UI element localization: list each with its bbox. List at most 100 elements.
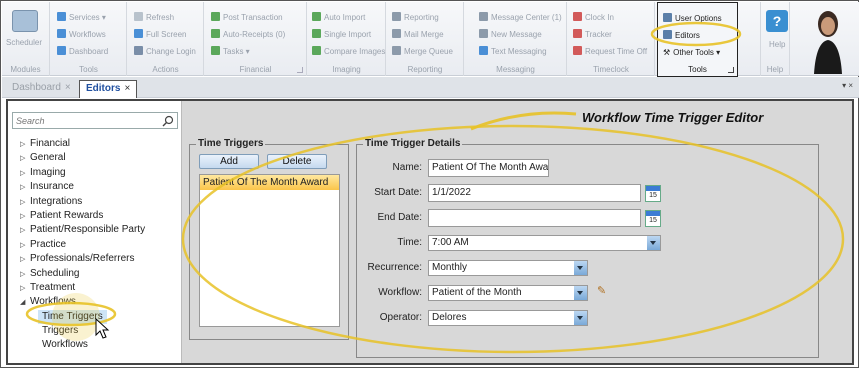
reporting-button[interactable]: Reporting: [392, 11, 439, 24]
ribbon-group-label: Tools: [79, 65, 98, 74]
start-date-label: Start Date:: [374, 187, 422, 198]
services-button[interactable]: Services ▾: [57, 11, 106, 24]
chevron-down-icon[interactable]: [647, 236, 660, 250]
new-message-button[interactable]: New Message: [479, 28, 542, 41]
expand-icon[interactable]: ▷: [20, 181, 30, 195]
user-options-button[interactable]: User Options: [663, 12, 722, 25]
tree-item-treatment[interactable]: ▷ Treatment: [20, 281, 145, 295]
tree-item-practice[interactable]: ▷ Practice: [20, 238, 145, 252]
name-field[interactable]: Patient Of The Month Awa: [428, 159, 549, 177]
tab-dashboard[interactable]: Dashboard ×: [6, 80, 77, 98]
user-avatar: [808, 4, 848, 74]
operator-dropdown[interactable]: Delores: [428, 310, 588, 326]
refresh-button[interactable]: Refresh: [134, 11, 174, 24]
add-button[interactable]: Add: [199, 154, 259, 169]
workflow-label: Workflow:: [378, 287, 422, 298]
tree-item-imaging[interactable]: ▷ Imaging: [20, 166, 145, 180]
dashboard-button[interactable]: Dashboard: [57, 45, 108, 58]
expand-icon[interactable]: ▷: [20, 152, 30, 166]
end-date-field[interactable]: [428, 209, 641, 227]
search-input[interactable]: [13, 113, 153, 128]
ribbon-group-reporting: Reporting Mail Merge Merge Queue Reporti…: [387, 2, 464, 76]
message-center-button[interactable]: Message Center (1): [479, 11, 562, 24]
tree-item-triggers[interactable]: Triggers: [20, 324, 145, 338]
tree-item-general[interactable]: ▷ General: [20, 151, 145, 165]
expand-icon[interactable]: ▷: [20, 282, 30, 296]
auto-import-button[interactable]: Auto Import: [312, 11, 365, 24]
full-screen-button[interactable]: Full Screen: [134, 28, 186, 41]
tree-item-scheduling[interactable]: ▷ Scheduling: [20, 267, 145, 281]
list-item[interactable]: Patient Of The Month Award: [200, 175, 339, 190]
expand-icon[interactable]: ▷: [20, 253, 30, 267]
tree-item-workflows[interactable]: ◢ Workflows: [20, 295, 145, 309]
mail-merge-button[interactable]: Mail Merge: [392, 28, 444, 41]
dialog-launcher-icon[interactable]: [297, 67, 303, 73]
recurrence-label: Recurrence:: [367, 262, 422, 273]
ribbon-group-label: Modules: [10, 65, 41, 74]
start-date-field[interactable]: 1/1/2022: [428, 184, 641, 202]
name-label: Name:: [392, 162, 422, 173]
collapse-icon[interactable]: ◢: [20, 296, 30, 310]
calendar-icon[interactable]: 15: [645, 210, 661, 227]
refresh-icon: [134, 12, 143, 21]
search-icon[interactable]: [162, 115, 174, 127]
change-login-button[interactable]: Change Login: [134, 45, 196, 58]
other-tools-button[interactable]: ⚒ Other Tools ▾: [663, 46, 720, 59]
editors-tree: ▷ Financial ▷ General ▷ Imaging ▷ Insurance …: [20, 137, 145, 353]
ribbon-group-label: Messaging: [496, 65, 535, 74]
expand-icon[interactable]: ▷: [20, 210, 30, 224]
tree-item-patient-responsible-party[interactable]: ▷ Patient/Responsible Party: [20, 223, 145, 237]
close-icon[interactable]: ×: [124, 83, 130, 94]
chevron-down-icon[interactable]: [574, 261, 587, 275]
tasks-button[interactable]: Tasks ▾: [211, 45, 250, 58]
dialog-launcher-icon[interactable]: [728, 67, 734, 73]
compare-images-button[interactable]: Compare Images: [312, 45, 385, 58]
close-icon[interactable]: ×: [65, 82, 71, 93]
edit-workflow-icon[interactable]: ✎: [597, 284, 606, 297]
calendar-icon[interactable]: 15: [645, 185, 661, 202]
recurrence-dropdown[interactable]: Monthly: [428, 260, 588, 276]
tree-item-financial[interactable]: ▷ Financial: [20, 137, 145, 151]
text-messaging-button[interactable]: Text Messaging: [479, 45, 547, 58]
chevron-down-icon[interactable]: [574, 311, 587, 325]
help-icon[interactable]: ?: [766, 10, 788, 32]
tree-item-insurance[interactable]: ▷ Insurance: [20, 180, 145, 194]
expand-icon[interactable]: ▷: [20, 268, 30, 282]
tree-item-integrations[interactable]: ▷ Integrations: [20, 195, 145, 209]
dashboard-icon: [57, 46, 66, 55]
report-icon: [392, 12, 401, 21]
editors-button[interactable]: Editors: [663, 29, 700, 42]
dollar-icon: [211, 12, 220, 21]
single-import-button[interactable]: Single Import: [312, 28, 371, 41]
tracker-button[interactable]: Tracker: [573, 28, 612, 41]
scheduler-icon[interactable]: [12, 10, 38, 32]
help-button[interactable]: Help: [769, 38, 785, 51]
request-time-off-button[interactable]: Request Time Off: [573, 45, 647, 58]
workflows-icon: [57, 29, 66, 38]
workflow-dropdown[interactable]: Patient of the Month: [428, 285, 588, 301]
full-screen-icon: [134, 29, 143, 38]
ribbon-group-label: Timeclock: [593, 65, 629, 74]
tab-editors[interactable]: Editors ×: [79, 80, 138, 98]
tab-overflow-icon[interactable]: ▾ ×: [842, 81, 853, 90]
expand-icon[interactable]: ▷: [20, 239, 30, 253]
workflows-button[interactable]: Workflows: [57, 28, 106, 41]
tree-item-time-triggers[interactable]: Time Triggers: [38, 309, 107, 325]
delete-button[interactable]: Delete: [267, 154, 327, 169]
expand-icon[interactable]: ▷: [20, 196, 30, 210]
post-transaction-button[interactable]: Post Transaction: [211, 11, 283, 24]
time-dropdown[interactable]: 7:00 AM: [428, 235, 661, 251]
tree-item-professionals-referrers[interactable]: ▷ Professionals/Referrers: [20, 252, 145, 266]
expand-icon[interactable]: ▷: [20, 224, 30, 238]
clock-in-button[interactable]: Clock In: [573, 11, 614, 24]
chevron-down-icon[interactable]: [574, 286, 587, 300]
tree-item-patient-rewards[interactable]: ▷ Patient Rewards: [20, 209, 145, 223]
auto-receipts-button[interactable]: Auto-Receipts (0): [211, 28, 285, 41]
merge-queue-button[interactable]: Merge Queue: [392, 45, 453, 58]
expand-icon[interactable]: ▷: [20, 138, 30, 152]
tree-item-workflows-child[interactable]: Workflows: [20, 338, 145, 352]
expand-icon[interactable]: ▷: [20, 167, 30, 181]
scheduler-button[interactable]: Scheduler: [6, 36, 42, 49]
time-trigger-details-group: Time Trigger Details Name: Patient Of Th…: [356, 138, 819, 358]
ribbon-group-label: Reporting: [407, 65, 443, 74]
